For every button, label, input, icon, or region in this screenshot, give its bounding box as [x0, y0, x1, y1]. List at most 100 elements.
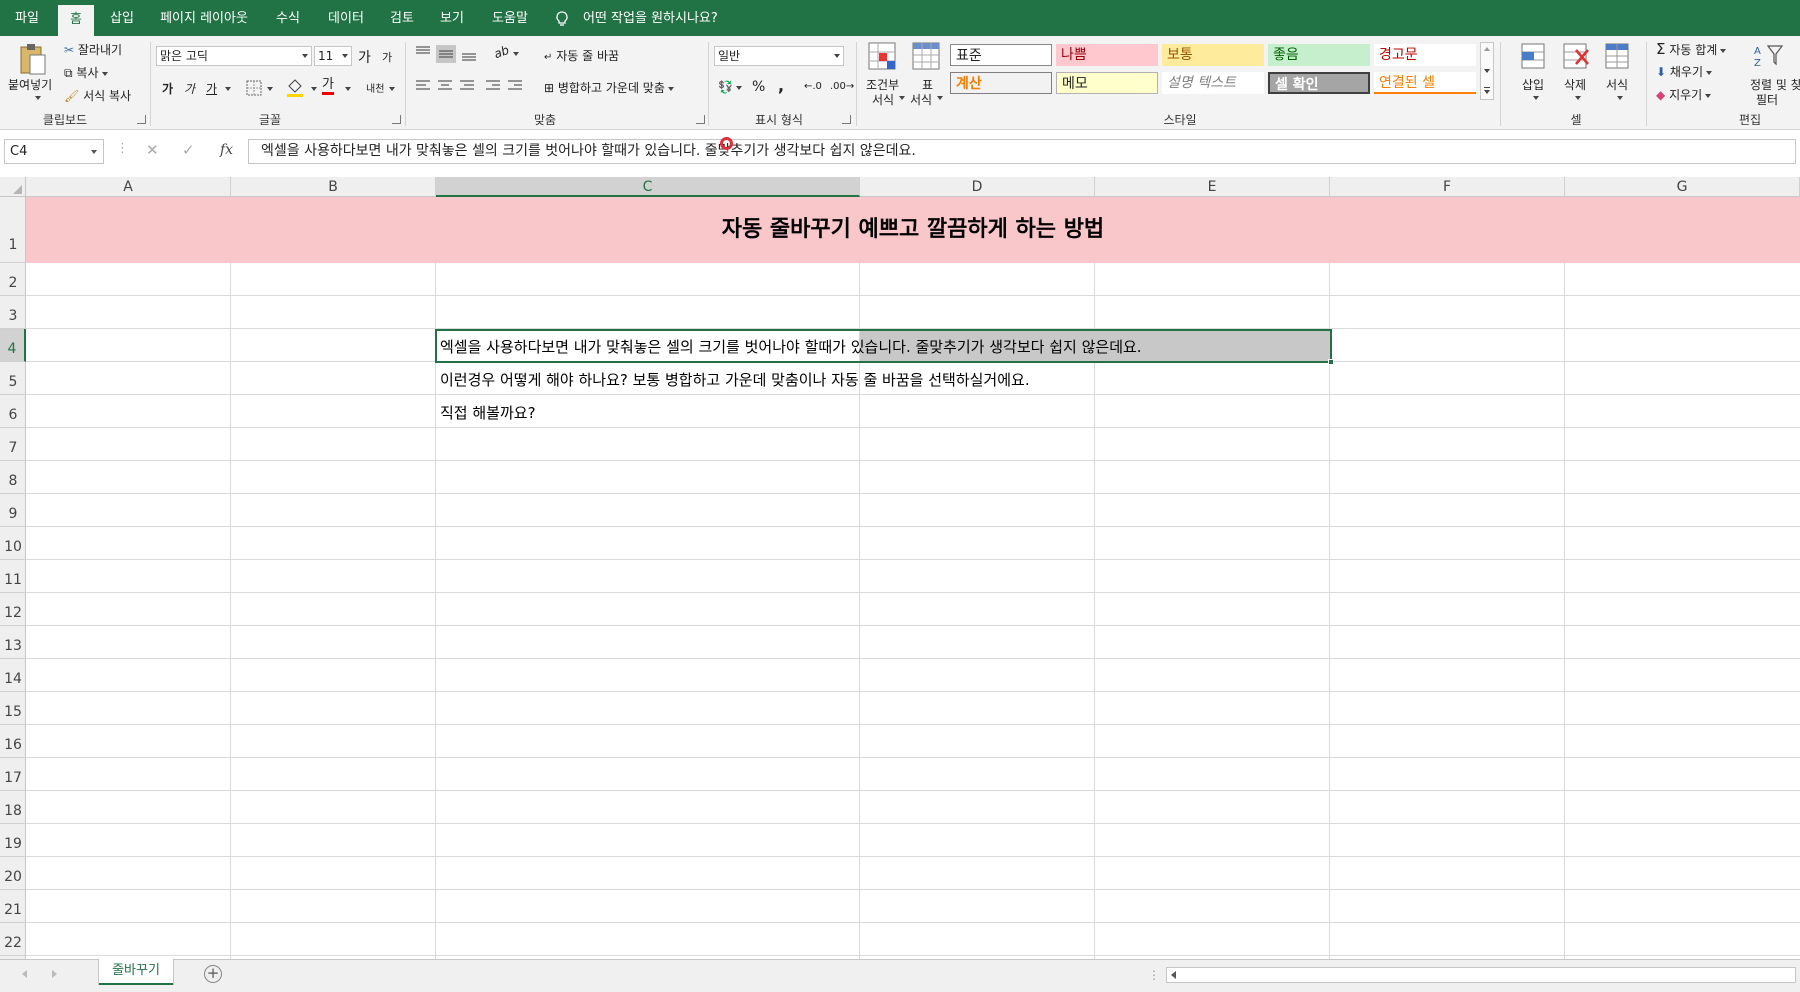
confirm-entry-icon[interactable]: ✓: [182, 141, 195, 159]
style-bad[interactable]: 나쁨: [1056, 44, 1158, 66]
horizontal-align-icons[interactable]: [414, 78, 524, 94]
scroll-left-icon[interactable]: [1171, 971, 1176, 979]
row-header-11[interactable]: 11: [0, 560, 26, 593]
more-styles-arrow-icon[interactable]: [1484, 90, 1490, 94]
tab-insert[interactable]: 삽입: [102, 0, 142, 36]
column-header-a[interactable]: A: [26, 177, 231, 197]
row-header-21[interactable]: 21: [0, 890, 26, 923]
tab-help[interactable]: 도움말: [484, 0, 536, 36]
insert-function-button[interactable]: fx: [220, 142, 233, 158]
phonetic-guide-button[interactable]: 내천: [366, 80, 384, 95]
conditional-format-line2[interactable]: 서식: [872, 91, 894, 108]
row-header-9[interactable]: 9: [0, 494, 26, 527]
underline-button[interactable]: 가: [206, 80, 217, 97]
alignment-launcher-icon[interactable]: [696, 115, 705, 124]
chevron-down-icon[interactable]: [91, 150, 97, 154]
font-color-button[interactable]: 가: [322, 78, 334, 95]
fill-button[interactable]: ⬇ 채우기: [1656, 63, 1713, 80]
prev-sheet-icon[interactable]: [22, 970, 27, 978]
add-sheet-button[interactable]: +: [204, 965, 222, 983]
orientation-dropdown-icon[interactable]: [513, 52, 519, 56]
font-size-dropdown[interactable]: 11: [314, 46, 352, 66]
row-header-12[interactable]: 12: [0, 593, 26, 626]
style-linked-cell[interactable]: 연결된 셀: [1374, 72, 1476, 94]
format-cells-icon[interactable]: [1604, 42, 1632, 72]
styles-gallery-scroll[interactable]: [1480, 42, 1494, 100]
decrease-decimal-button[interactable]: .00→: [830, 81, 854, 92]
style-warning[interactable]: 경고문: [1374, 44, 1476, 66]
insert-cells-icon[interactable]: [1520, 42, 1548, 72]
row-header-6[interactable]: 6: [0, 395, 26, 428]
paste-icon[interactable]: [18, 42, 48, 76]
clear-dropdown-icon[interactable]: [1705, 93, 1712, 98]
row-header-17[interactable]: 17: [0, 758, 26, 791]
table-dropdown-icon[interactable]: [937, 96, 943, 100]
wrap-text-button[interactable]: ↵ 자동 줄 바꿈: [544, 47, 619, 64]
formula-input[interactable]: 엑셀을 사용하다보면 내가 맞춰놓은 셀의 크기를 벗어나야 할때가 있습니다.…: [248, 139, 1796, 164]
fill-handle[interactable]: [1328, 359, 1334, 365]
row-header-3[interactable]: 3: [0, 296, 26, 329]
delete-cells-button[interactable]: 삭제: [1564, 76, 1586, 93]
style-check-cell[interactable]: 셀 확인: [1268, 72, 1370, 94]
orientation-button[interactable]: ab: [492, 43, 511, 61]
tell-me-search[interactable]: 어떤 작업을 원하시나요?: [583, 0, 718, 36]
tab-review[interactable]: 검토: [382, 0, 422, 36]
percent-button[interactable]: %: [752, 79, 765, 95]
chevron-up-icon[interactable]: [1484, 47, 1490, 51]
worksheet-grid[interactable]: 자동 줄바꾸기 예쁘고 깔끔하게 하는 방법 엑셀을 사용하다보면 내가 맞춰놓…: [26, 197, 1800, 959]
column-header-f[interactable]: F: [1330, 177, 1565, 197]
underline-dropdown-icon[interactable]: [225, 87, 231, 91]
row-header-15[interactable]: 15: [0, 692, 26, 725]
sheet-tab-active[interactable]: 줄바꾸기: [99, 959, 173, 985]
row-header-13[interactable]: 13: [0, 626, 26, 659]
autosum-dropdown-icon[interactable]: [1720, 48, 1727, 53]
row-header-8[interactable]: 8: [0, 461, 26, 494]
clipboard-launcher-icon[interactable]: [137, 115, 146, 124]
font-name-dropdown[interactable]: 맑은 고딕: [156, 46, 312, 66]
currency-dropdown-icon[interactable]: [735, 85, 742, 90]
row-header-19[interactable]: 19: [0, 824, 26, 857]
column-header-e[interactable]: E: [1095, 177, 1330, 197]
column-header-d[interactable]: D: [860, 177, 1095, 197]
fill-color-dropdown-icon[interactable]: [311, 87, 317, 91]
row-header-14[interactable]: 14: [0, 659, 26, 692]
style-good[interactable]: 좋음: [1268, 44, 1370, 66]
merge-center-button[interactable]: ⊞ 병합하고 가운데 맞춤: [544, 79, 674, 96]
paste-dropdown-icon[interactable]: [35, 96, 41, 100]
paste-button[interactable]: 붙여넣기: [8, 76, 52, 93]
comma-button[interactable]: ,: [778, 76, 784, 95]
style-explanatory[interactable]: 설명 텍스트: [1162, 72, 1264, 94]
conditional-dropdown-icon[interactable]: [899, 96, 905, 100]
more-styles-icon[interactable]: [1484, 87, 1490, 88]
row-header-22[interactable]: 22: [0, 923, 26, 956]
font-launcher-icon[interactable]: [392, 115, 401, 124]
format-dropdown-icon[interactable]: [1617, 96, 1623, 100]
clear-button[interactable]: ◆ 지우기: [1656, 86, 1712, 103]
format-cells-button[interactable]: 서식: [1606, 76, 1628, 93]
chevron-down-icon[interactable]: [1484, 69, 1490, 73]
column-header-b[interactable]: B: [231, 177, 436, 197]
conditional-format-icon[interactable]: [868, 42, 898, 72]
sort-filter-icon[interactable]: A Z: [1752, 42, 1784, 70]
sort-filter-line2[interactable]: 필터: [1756, 91, 1778, 108]
tab-view[interactable]: 보기: [432, 0, 472, 36]
delete-dropdown-icon[interactable]: [1575, 96, 1581, 100]
row-header-10[interactable]: 10: [0, 527, 26, 560]
row-header-7[interactable]: 7: [0, 428, 26, 461]
format-as-table-icon[interactable]: [912, 42, 942, 72]
font-color-dropdown-icon[interactable]: [345, 87, 351, 91]
row-header-16[interactable]: 16: [0, 725, 26, 758]
vertical-align-icons[interactable]: [414, 44, 484, 64]
insert-dropdown-icon[interactable]: [1533, 96, 1539, 100]
format-as-table-line2[interactable]: 서식: [910, 91, 932, 108]
merge-dropdown-icon[interactable]: [667, 86, 674, 91]
tab-data[interactable]: 데이터: [320, 0, 372, 36]
row-header-5[interactable]: 5: [0, 362, 26, 395]
row-header-2[interactable]: 2: [0, 263, 26, 296]
italic-button[interactable]: 가: [184, 80, 195, 97]
currency-button[interactable]: 💱: [718, 80, 742, 94]
tab-formulas[interactable]: 수식: [266, 0, 310, 36]
row-header-4[interactable]: 4: [0, 329, 26, 362]
sheet-title-cell[interactable]: 자동 줄바꾸기 예쁘고 깔끔하게 하는 방법: [26, 197, 1800, 263]
borders-dropdown-icon[interactable]: [267, 87, 273, 91]
